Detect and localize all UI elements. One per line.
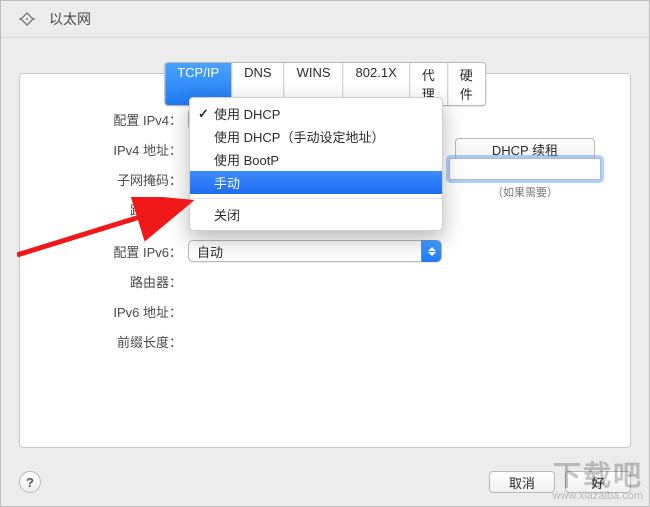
label-prefix: 前缀长度： bbox=[20, 332, 188, 351]
ipv4-config-dropdown: 使用 DHCP 使用 DHCP（手动设定地址） 使用 BootP 手动 关闭 bbox=[189, 97, 443, 231]
dhcp-client-id-input[interactable] bbox=[449, 158, 601, 180]
chevron-updown-icon bbox=[421, 240, 441, 262]
window-title: 以太网 bbox=[49, 9, 91, 29]
label-cfg-v6: 配置 IPv6： bbox=[20, 242, 188, 261]
content-panel: TCP/IP DNS WINS 802.1X 代理 硬件 配置 IPv4： IP… bbox=[19, 73, 631, 448]
nav-diamond-icon bbox=[15, 9, 39, 29]
ipv6-config-value: 自动 bbox=[197, 242, 223, 261]
label-router-v4: 路由器： bbox=[20, 200, 188, 219]
dialog-buttons: ? 取消 好 bbox=[1, 458, 649, 506]
label-cfg-v4: 配置 IPv4： bbox=[20, 110, 188, 129]
titlebar: 以太网 bbox=[1, 1, 649, 38]
dropdown-item-dhcp[interactable]: 使用 DHCP bbox=[190, 102, 442, 125]
label-router-v6: 路由器： bbox=[20, 272, 188, 291]
ok-button[interactable]: 好 bbox=[565, 471, 631, 493]
cancel-button[interactable]: 取消 bbox=[489, 471, 555, 493]
client-id-hint: （如果需要） bbox=[492, 184, 558, 200]
help-button[interactable]: ? bbox=[19, 471, 41, 493]
label-subnet: 子网掩码： bbox=[20, 170, 188, 189]
dropdown-item-bootp[interactable]: 使用 BootP bbox=[190, 148, 442, 171]
dropdown-separator bbox=[190, 198, 442, 199]
label-v6addr: IPv6 地址： bbox=[20, 302, 188, 321]
tab-hardware[interactable]: 硬件 bbox=[448, 63, 485, 105]
dropdown-item-off[interactable]: 关闭 bbox=[190, 203, 442, 226]
dhcp-renew-button[interactable]: DHCP 续租 bbox=[455, 138, 595, 160]
dropdown-item-manual[interactable]: 手动 bbox=[190, 171, 442, 194]
preferences-window: 以太网 TCP/IP DNS WINS 802.1X 代理 硬件 配置 IPv4… bbox=[0, 0, 650, 507]
dropdown-item-dhcp-manual[interactable]: 使用 DHCP（手动设定地址） bbox=[190, 125, 442, 148]
ipv6-config-select[interactable]: 自动 bbox=[188, 240, 442, 262]
label-v4addr: IPv4 地址： bbox=[20, 140, 188, 159]
